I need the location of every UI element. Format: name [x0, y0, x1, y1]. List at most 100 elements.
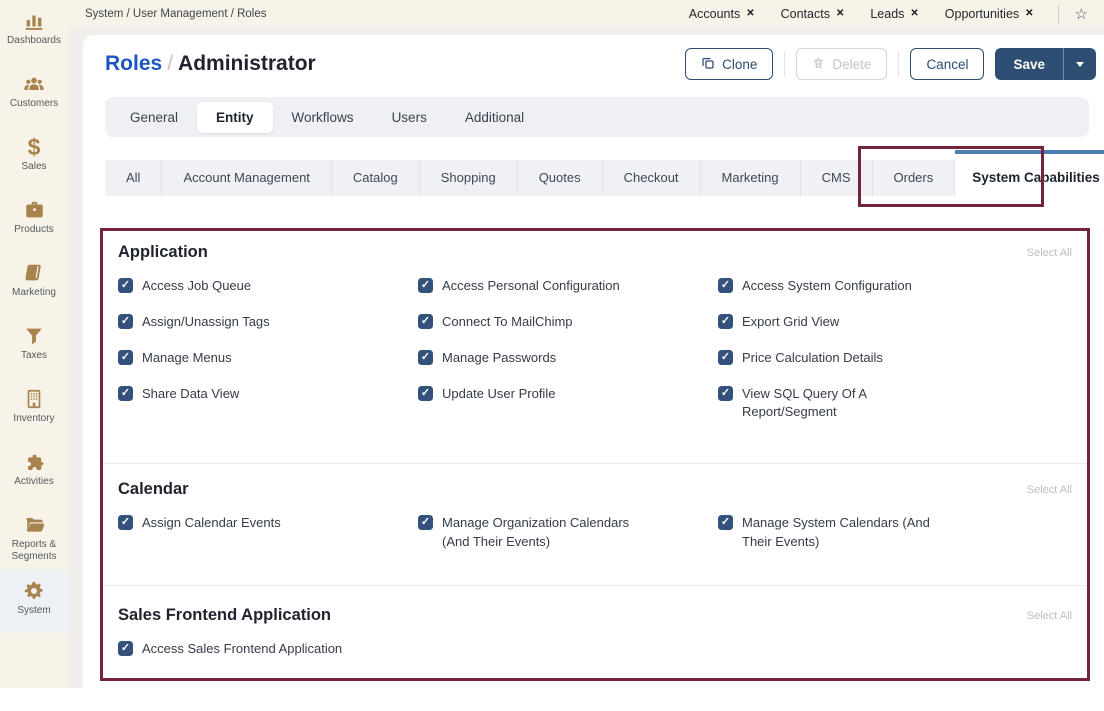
capability-label: View SQL Query Of A Report/Segment: [742, 385, 910, 423]
chevron-down-icon: [1076, 62, 1084, 67]
capability-label: Export Grid View: [742, 313, 839, 332]
capability-checkbox[interactable]: ✓Manage Passwords: [418, 349, 718, 368]
section-title: Application: [118, 243, 208, 262]
subtab-shopping[interactable]: Shopping: [420, 160, 518, 196]
sidebar-item-customers[interactable]: Customers: [0, 63, 68, 126]
save-dropdown-button[interactable]: [1063, 48, 1096, 80]
subtab-orders[interactable]: Orders: [873, 160, 956, 196]
favorite-star-icon[interactable]: ☆: [1075, 5, 1104, 23]
subtab-all[interactable]: All: [105, 160, 162, 196]
capability-checkbox[interactable]: ✓ Access Personal Configuration: [418, 277, 718, 296]
pinned-tab-leads[interactable]: Leads ✕: [870, 7, 918, 21]
section-header: Application Select All: [118, 243, 1072, 262]
tab-additional[interactable]: Additional: [446, 102, 543, 133]
tab-workflows[interactable]: Workflows: [273, 102, 373, 133]
checkbox-checked-icon: ✓: [718, 515, 733, 530]
clone-button[interactable]: Clone: [685, 48, 773, 80]
subtab-cms[interactable]: CMS: [801, 160, 873, 196]
close-icon[interactable]: ✕: [836, 8, 844, 19]
select-all-link[interactable]: Select All: [1027, 247, 1072, 259]
capability-checkbox[interactable]: ✓Assign Calendar Events: [118, 514, 418, 552]
capability-label: Access Personal Configuration: [442, 277, 620, 296]
capability-grid: ✓Access Job Queue ✓ Access Personal Confi…: [118, 277, 1072, 422]
sidebar-item-taxes[interactable]: Taxes: [0, 315, 68, 378]
capability-checkbox[interactable]: ✓Connect To MailChimp: [418, 313, 718, 332]
capability-checkbox[interactable]: ✓Access Job Queue: [118, 277, 418, 296]
sidebar-item-activities[interactable]: Activities: [0, 441, 68, 504]
sidebar-item-dashboards[interactable]: Dashboards: [0, 0, 68, 63]
pinned-tab-label: Contacts: [781, 7, 830, 21]
capability-checkbox[interactable]: ✓Access Sales Frontend Application: [118, 640, 418, 659]
sidebar-item-label: Customers: [10, 98, 58, 110]
sidebar-item-label: Inventory: [13, 413, 54, 425]
capability-checkbox[interactable]: ✓Price Calculation Details: [718, 349, 1072, 368]
tab-entity[interactable]: Entity: [197, 102, 273, 133]
tab-general[interactable]: General: [111, 102, 197, 133]
sidebar-item-sales[interactable]: $ Sales: [0, 126, 68, 189]
sidebar-item-label: Products: [14, 224, 53, 236]
close-icon[interactable]: ✕: [910, 8, 918, 19]
capability-label: Manage Organization Calendars (And Their…: [442, 514, 654, 552]
pinned-tab-opportunities[interactable]: Opportunities ✕: [945, 7, 1034, 21]
actions-divider: [784, 52, 785, 76]
sidebar-item-products[interactable]: Products: [0, 189, 68, 252]
checkbox-checked-icon: ✓: [118, 278, 133, 293]
title-separator: /: [162, 52, 178, 75]
capability-checkbox[interactable]: ✓Manage Menus: [118, 349, 418, 368]
pinned-tab-accounts[interactable]: Accounts ✕: [689, 7, 755, 21]
close-icon[interactable]: ✕: [746, 8, 754, 19]
subtab-catalog[interactable]: Catalog: [332, 160, 420, 196]
roles-link[interactable]: Roles: [105, 52, 162, 75]
subtab-account-management[interactable]: Account Management: [162, 160, 331, 196]
sidebar-item-system[interactable]: System: [0, 570, 68, 633]
pinned-tab-contacts[interactable]: Contacts ✕: [781, 7, 845, 21]
delete-button[interactable]: Delete: [796, 48, 887, 80]
sidebar-item-reports-segments[interactable]: Reports & Segments: [0, 504, 68, 570]
building-icon: [23, 387, 45, 410]
cancel-button[interactable]: Cancel: [910, 48, 984, 80]
cancel-button-label: Cancel: [926, 57, 968, 72]
capability-checkbox[interactable]: ✓Export Grid View: [718, 313, 1072, 332]
dollar-icon: $: [28, 135, 41, 158]
capability-label: Assign/Unassign Tags: [142, 313, 270, 332]
pinned-tabs: Accounts ✕ Contacts ✕ Leads ✕ Opportunit…: [689, 7, 1034, 21]
subtab-system-capabilities[interactable]: System Capabilities: [955, 150, 1104, 200]
sidebar-item-marketing[interactable]: Marketing: [0, 252, 68, 315]
select-all-link[interactable]: Select All: [1027, 484, 1072, 496]
capability-checkbox[interactable]: ✓Manage System Calendars (And Their Even…: [718, 514, 1072, 552]
subtab-checkout[interactable]: Checkout: [603, 160, 701, 196]
clone-button-label: Clone: [722, 57, 757, 72]
close-icon[interactable]: ✕: [1025, 8, 1033, 19]
subtab-quotes[interactable]: Quotes: [518, 160, 603, 196]
sidebar-item-inventory[interactable]: Inventory: [0, 378, 68, 441]
tab-users[interactable]: Users: [373, 102, 446, 133]
capability-checkbox[interactable]: ✓Update User Profile: [418, 385, 718, 423]
section-calendar: Calendar Select All ✓Assign Calendar Eve…: [103, 463, 1087, 585]
checkbox-checked-icon: ✓: [418, 386, 433, 401]
capability-label: Manage Menus: [142, 349, 232, 368]
section-header: Calendar Select All: [118, 480, 1072, 499]
sidebar-item-label: System: [17, 605, 50, 617]
capability-checkbox[interactable]: ✓Assign/Unassign Tags: [118, 313, 418, 332]
capability-checkbox[interactable]: ✓Share Data View: [118, 385, 418, 423]
checkbox-checked-icon: ✓: [418, 278, 433, 293]
select-all-link[interactable]: Select All: [1027, 610, 1072, 622]
save-split-button: Save: [995, 48, 1096, 80]
top-bar: System / User Management / Roles Account…: [68, 0, 1104, 27]
checkbox-checked-icon: ✓: [718, 278, 733, 293]
actions-divider: [898, 52, 899, 76]
breadcrumb[interactable]: System / User Management / Roles: [68, 8, 267, 20]
checkbox-checked-icon: ✓: [718, 350, 733, 365]
sidebar-item-label: Marketing: [12, 287, 56, 299]
capability-checkbox[interactable]: ✓Access System Configuration: [718, 277, 1072, 296]
puzzle-icon: [23, 450, 45, 473]
capability-label: Access Sales Frontend Application: [142, 640, 342, 659]
main-sidebar: Dashboards Customers $ Sales Products Ma…: [0, 0, 68, 688]
checkbox-checked-icon: ✓: [418, 314, 433, 329]
capability-checkbox[interactable]: ✓View SQL Query Of A Report/Segment: [718, 385, 1072, 423]
save-button[interactable]: Save: [995, 48, 1063, 80]
checkbox-checked-icon: ✓: [118, 515, 133, 530]
subtab-marketing[interactable]: Marketing: [701, 160, 801, 196]
capability-checkbox[interactable]: ✓Manage Organization Calendars (And Thei…: [418, 514, 718, 552]
main-tabs: General Entity Workflows Users Additiona…: [105, 97, 1089, 137]
